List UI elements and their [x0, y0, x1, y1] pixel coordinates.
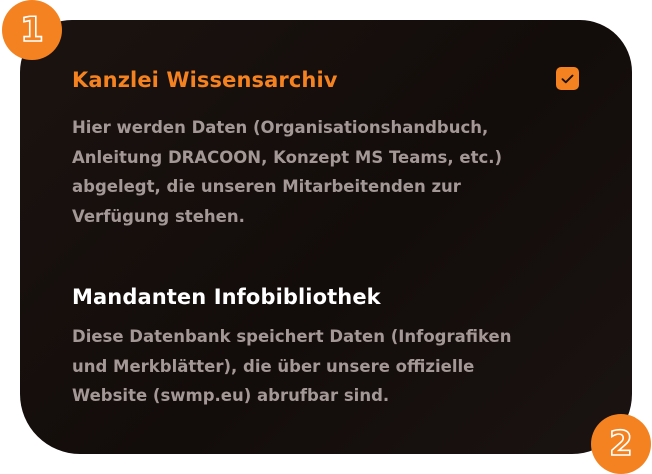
step-badge-2-number: 2: [608, 424, 633, 464]
section-description-mandanten-infobibliothek: Diese Datenbank speichert Daten (Infogra…: [72, 327, 512, 405]
step-badge-1: 1: [2, 0, 62, 60]
step-badge-1-number: 1: [19, 10, 44, 50]
section-description-kanzlei-wissensarchiv: Hier werden Daten (Organisationshandbuch…: [72, 118, 503, 226]
option-card: Kanzlei Wissensarchiv Hier werden Daten …: [20, 20, 632, 454]
step-badge-2: 2: [591, 414, 651, 474]
kanzlei-wissensarchiv-checkbox[interactable]: [556, 67, 579, 90]
checkmark-icon: [561, 74, 574, 83]
section-title-mandanten-infobibliothek: Mandanten Infobibliothek: [72, 285, 381, 309]
section-title-kanzlei-wissensarchiv: Kanzlei Wissensarchiv: [72, 68, 338, 92]
